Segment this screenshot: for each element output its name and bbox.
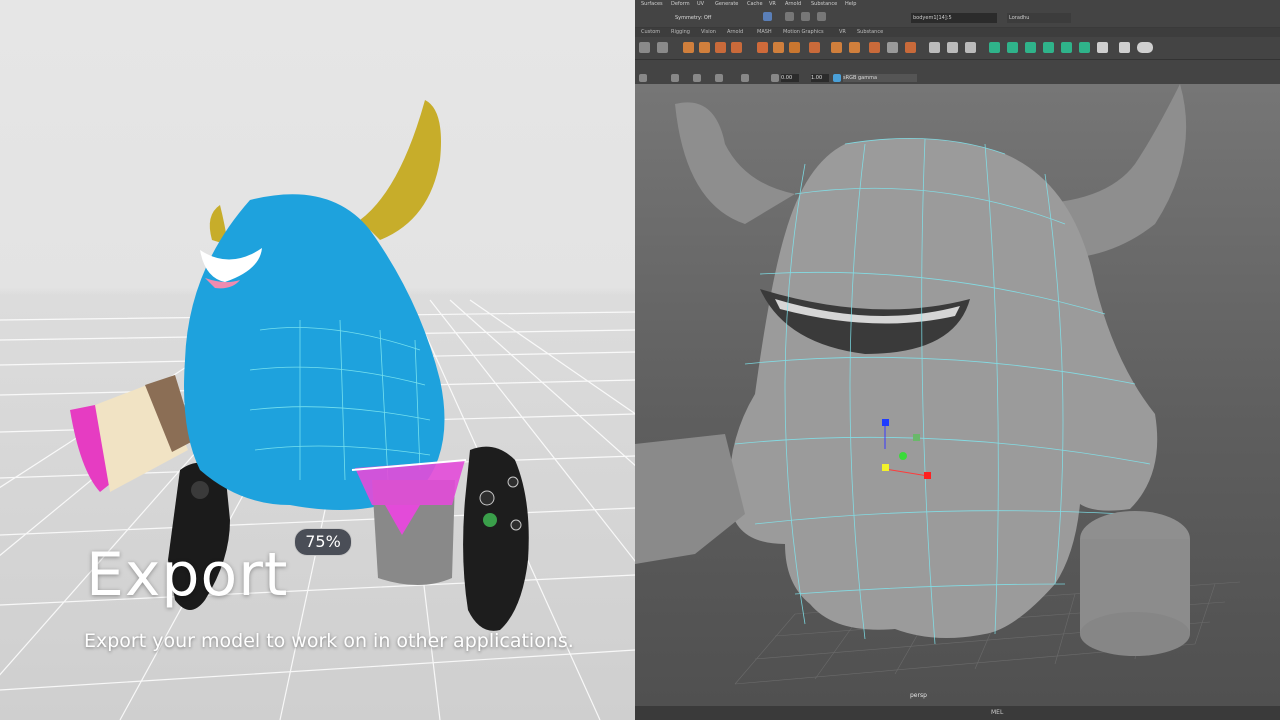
shelf-curve-icon[interactable] [699,42,710,53]
maya-scene [635,84,1241,685]
perspective-viewport[interactable] [635,84,1280,706]
shelf-grid-icon[interactable] [639,42,650,53]
shelf-extrude-icon[interactable] [773,42,784,53]
shelf-bridge-icon[interactable] [849,42,860,53]
shelf-loft-icon[interactable] [683,42,694,53]
menu-vr[interactable]: VR [769,0,776,9]
render-settings-icon[interactable] [817,12,826,21]
shelf-frame-icon[interactable] [887,42,898,53]
shelf-grid-icon[interactable] [657,42,668,53]
shelf-merge-icon[interactable] [869,42,880,53]
shelf-brush-icon[interactable] [757,42,768,53]
shelf-bracket-icon[interactable] [947,42,958,53]
shelf-uv-icon[interactable] [1025,42,1036,53]
tab-mash[interactable]: MASH [757,28,772,37]
exposure-field[interactable]: 0.00 [781,74,799,82]
export-progress-label: 75% [294,528,352,556]
shaded-icon[interactable] [693,74,701,82]
viewport-panel-toolbar: 0.00 1.00 sRGB gamma [635,72,1280,84]
maya-menubar: Surfaces Deform UV Generate Cache VR Arn… [635,0,1280,9]
user-dropdown[interactable]: Loradhu [1007,13,1071,23]
color-management-icon[interactable] [833,74,841,82]
tab-custom[interactable]: Custom [641,28,660,37]
symmetry-dropdown[interactable]: Symmetry: Off [673,13,731,23]
export-heading: Export [86,540,289,610]
command-line-bar[interactable]: MEL [635,706,1280,720]
shelf-slash-icon[interactable] [965,42,976,53]
camera-name-label: persp [910,692,927,699]
selection-input[interactable]: bodyem1[14]:5 [911,13,997,23]
vr-viewport[interactable]: 75% Export Export your model to work on … [0,0,635,720]
wireframe-icon[interactable] [671,74,679,82]
shelf-uv-icon[interactable] [1061,42,1072,53]
tab-arnold[interactable]: Arnold [727,28,743,37]
export-description: Export your model to work on in other ap… [84,630,574,652]
color-space-dropdown[interactable]: sRGB gamma [843,74,917,82]
right-controller [463,446,529,631]
tab-rigging[interactable]: Rigging [671,28,690,37]
brush-block [635,434,745,564]
maya-status-line: Symmetry: Off bodyem1[14]:5 Loradhu [635,9,1280,28]
render-icon[interactable] [785,12,794,21]
shelf-uv-icon[interactable] [1079,42,1090,53]
snap-icon[interactable] [763,12,772,21]
mel-label: MEL [991,709,1004,716]
menu-generate[interactable]: Generate [715,0,738,9]
menu-deform[interactable]: Deform [671,0,690,9]
menu-help[interactable]: Help [845,0,856,9]
shelf-surface-icon[interactable] [715,42,726,53]
left-horn [675,102,795,224]
menu-substance[interactable]: Substance [811,0,837,9]
shelf-close-icon[interactable] [1119,42,1130,53]
shelf-uv-icon[interactable] [1007,42,1018,53]
gamma-field[interactable]: 1.00 [811,74,829,82]
paint-can [1080,511,1190,656]
ipr-icon[interactable] [801,12,810,21]
maya-window: Surfaces Deform UV Generate Cache VR Arn… [635,0,1280,720]
shelf-fill-icon[interactable] [731,42,742,53]
menu-arnold[interactable]: Arnold [785,0,801,9]
lighting-icon[interactable] [741,74,749,82]
shelf-bevel-icon[interactable] [831,42,842,53]
shelf-knife-icon[interactable] [929,42,940,53]
shelf-checker-icon[interactable] [1097,42,1108,53]
shelf-uv-icon[interactable] [1043,42,1054,53]
tab-substance[interactable]: Substance [857,28,883,37]
camera-icon[interactable] [639,74,647,82]
shelf-tabs: Custom Rigging Vision Arnold MASH Motion… [635,28,1280,37]
menu-surfaces[interactable]: Surfaces [641,0,663,9]
shelf-vr-headset-icon[interactable] [1137,42,1153,53]
exposure-icon[interactable] [771,74,779,82]
shelf-uv-icon[interactable] [989,42,1000,53]
shelf [635,37,1280,60]
tab-vision[interactable]: Vision [701,28,716,37]
vr-scene [0,100,635,720]
tab-motion-graphics[interactable]: Motion Graphics [783,28,824,37]
tab-vr[interactable]: VR [839,28,846,37]
shelf-cube-icon[interactable] [789,42,800,53]
menu-uv[interactable]: UV [697,0,704,9]
textured-icon[interactable] [715,74,723,82]
menu-cache[interactable]: Cache [747,0,763,9]
shelf-cut-icon[interactable] [905,42,916,53]
shelf-sphere-icon[interactable] [809,42,820,53]
paint-bucket [351,459,467,585]
monster [184,100,445,511]
